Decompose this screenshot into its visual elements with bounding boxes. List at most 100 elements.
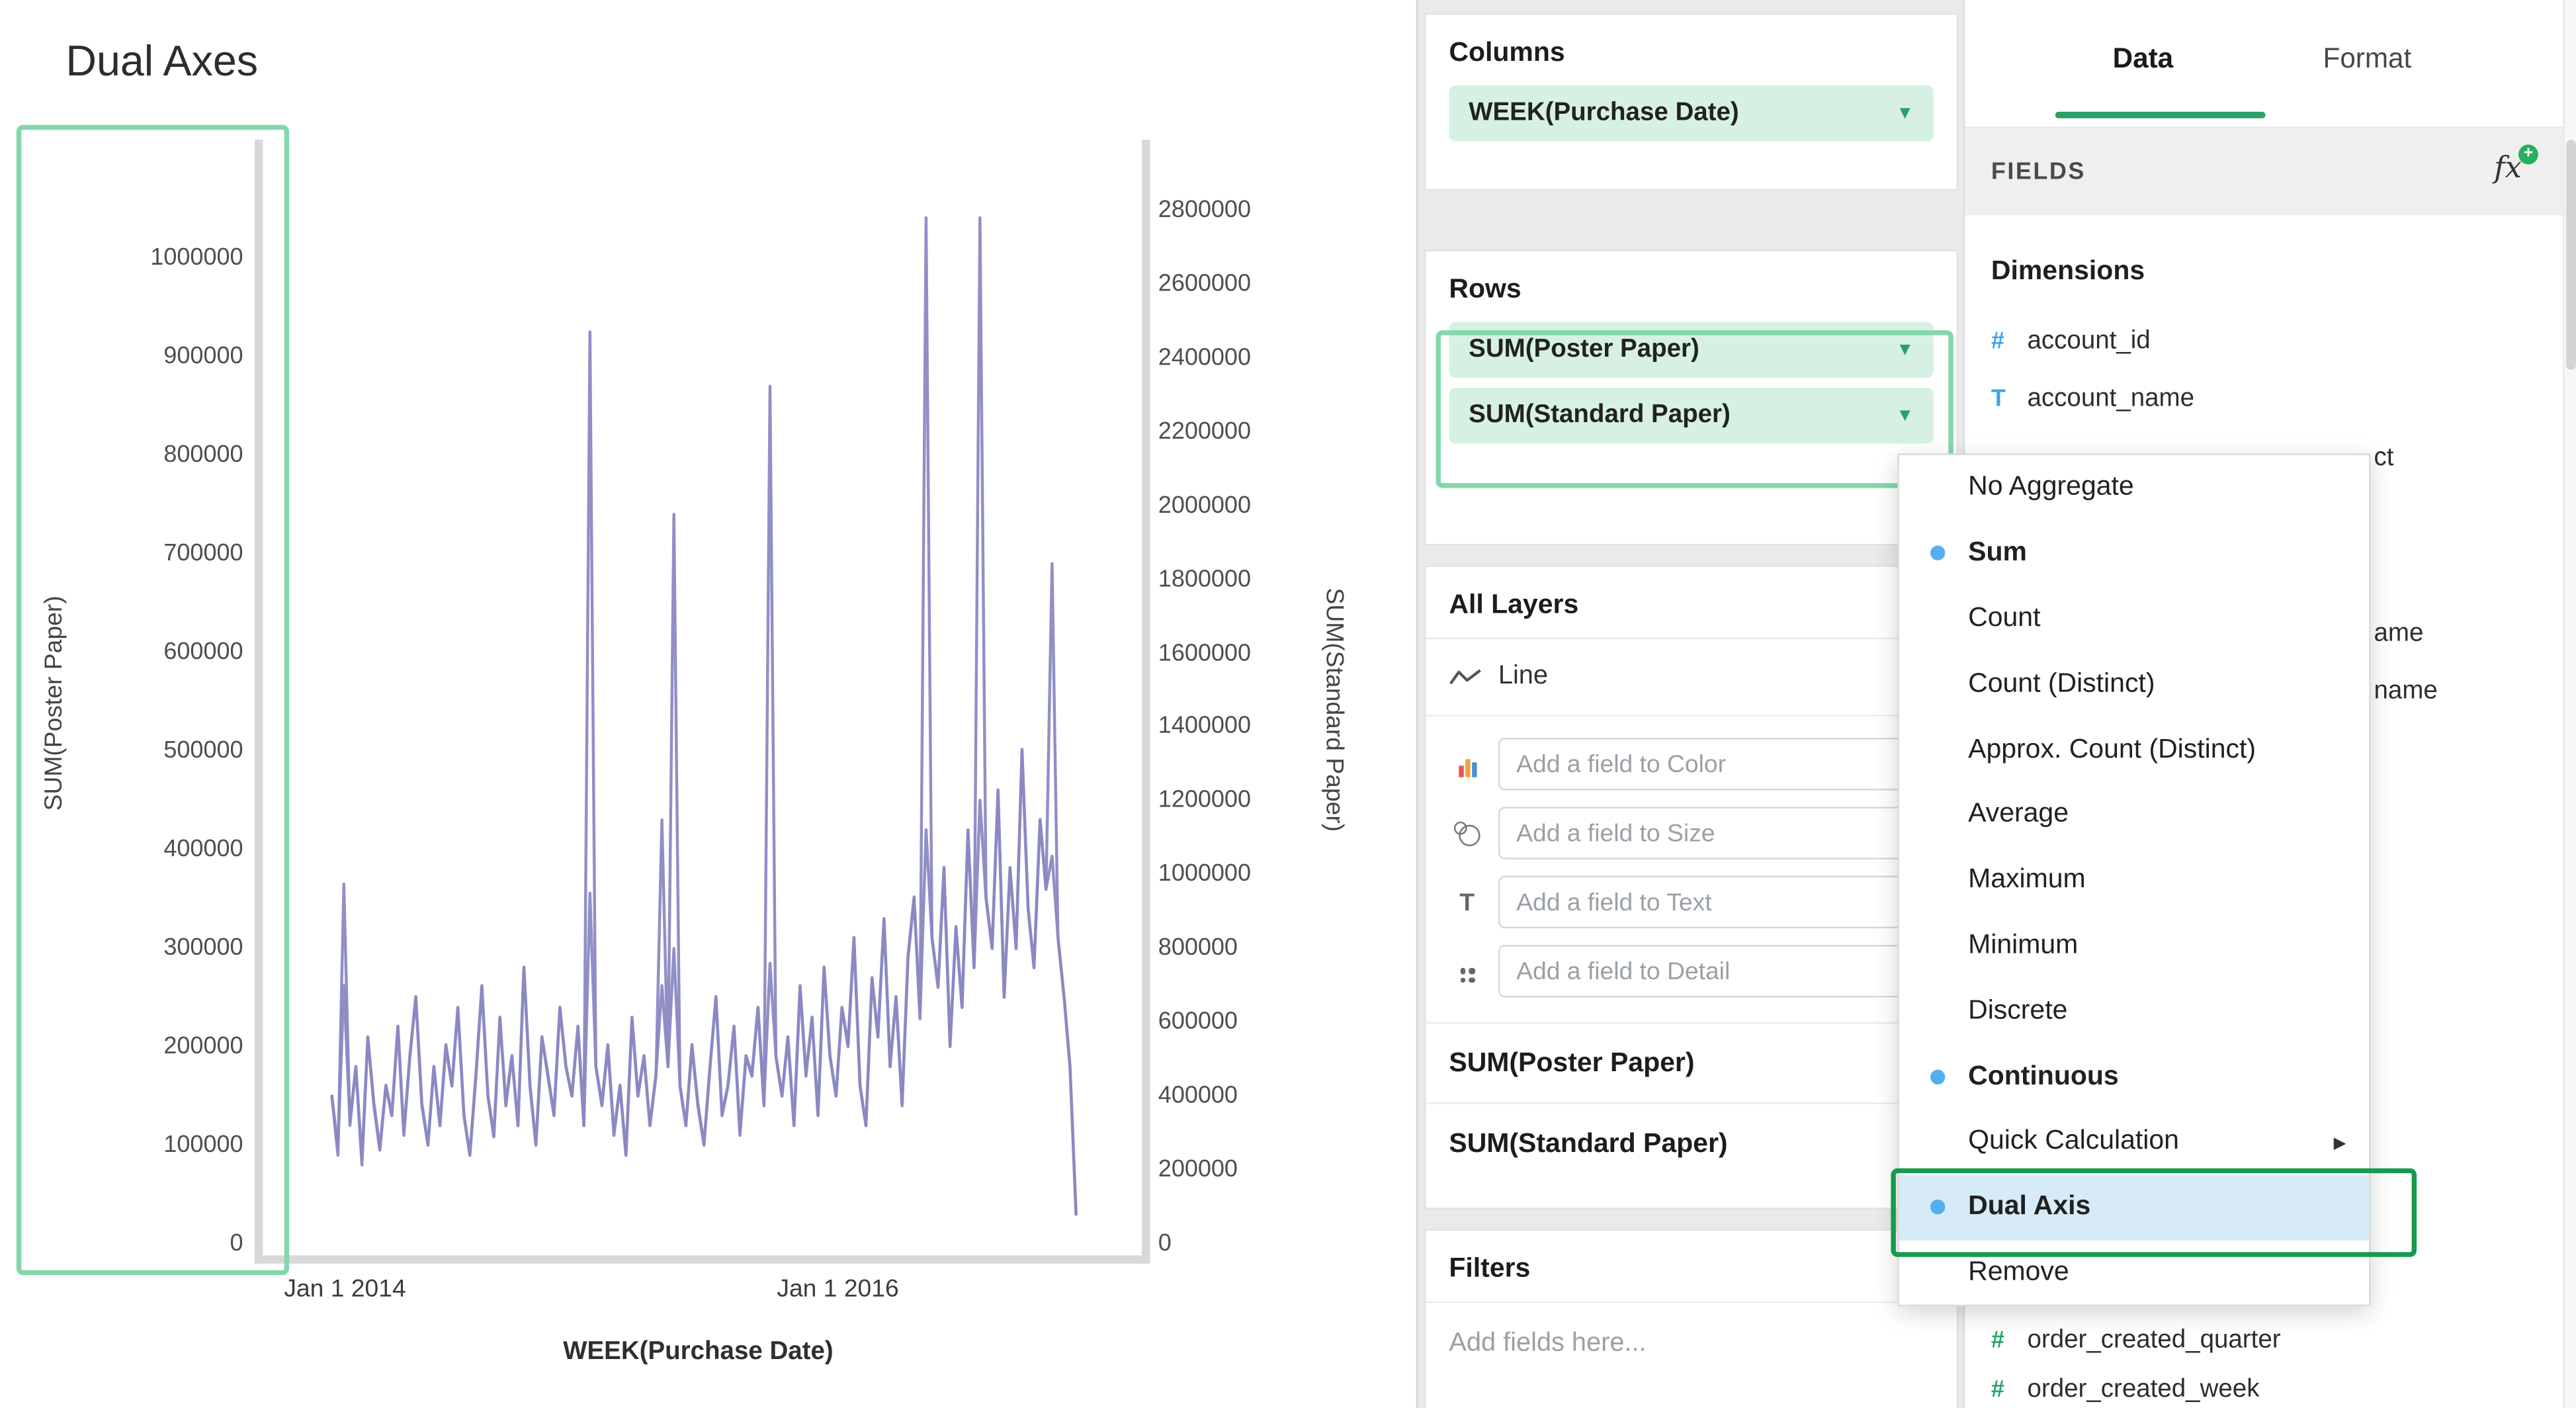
left-axis-tick-label: 700000 (85, 539, 243, 569)
all-layers-header: All Layers (1426, 567, 1957, 638)
selected-dot-icon (1930, 546, 1945, 560)
scrollbar-thumb[interactable] (2566, 140, 2576, 370)
active-tab-underline (2055, 112, 2266, 118)
right-axis-ticks: 0200000400000600000800000100000012000001… (1158, 0, 1339, 1408)
menu-item-label: Minimum (1968, 930, 2078, 961)
pill-label: WEEK(Purchase Date) (1469, 99, 1739, 128)
measure-label: SUM(Poster Paper) (1449, 1047, 1694, 1078)
measure-row-list: SUM(Poster Paper) SUM(Standard Paper) (1426, 1022, 1957, 1183)
right-axis-tick-label: 2400000 (1158, 343, 1251, 373)
right-axis-tick-label: 1400000 (1158, 713, 1251, 742)
right-axis-tick-label: 0 (1158, 1229, 1172, 1259)
rows-header: Rows (1426, 251, 1957, 322)
menu-item-label: Quick Calculation (1968, 1126, 2179, 1157)
menu-item-minimum[interactable]: Minimum (1899, 913, 2369, 979)
add-field-to-color-input[interactable] (1498, 738, 1934, 790)
add-field-to-text-input[interactable] (1498, 876, 1934, 928)
obscured-field-fragment: ct (2374, 444, 2394, 474)
menu-item-count-distinct[interactable]: Count (Distinct) (1899, 651, 2369, 717)
standard-paper-line-series (332, 218, 1076, 1214)
mark-type-selector[interactable]: Line (1426, 638, 1957, 717)
left-axis-ticks: 0100000200000300000400000500000600000700… (85, 0, 243, 1408)
left-axis-tick-label: 500000 (85, 736, 243, 766)
number-type-icon: # (1991, 1328, 2028, 1354)
columns-pill-list: WEEK(Purchase Date) ▼ (1426, 85, 1957, 141)
color-icon (1445, 751, 1488, 777)
right-axis-tick-label: 2200000 (1158, 417, 1251, 447)
right-axis-tick-label: 800000 (1158, 934, 1238, 963)
dimension-field-list: #account_idTaccount_name (1965, 312, 2576, 427)
menu-item-maximum[interactable]: Maximum (1899, 848, 2369, 913)
plus-icon: + (2518, 145, 2538, 165)
x-tick-label: Jan 1 2016 (740, 1275, 937, 1303)
filters-header: Filters (1426, 1231, 1957, 1303)
menu-item-label: Approx. Count (Distinct) (1968, 734, 2256, 765)
measure-label: SUM(Standard Paper) (1449, 1128, 1727, 1159)
menu-item-remove[interactable]: Remove (1899, 1240, 2369, 1305)
fields-section-bar: FIELDS fx+ (1965, 128, 2576, 216)
menu-item-label: Average (1968, 799, 2069, 830)
menu-item-label: Continuous (1968, 1061, 2119, 1092)
field-order-created-week[interactable]: #order_created_week (1965, 1366, 2576, 1408)
field-account-name[interactable]: Taccount_name (1965, 370, 2576, 427)
right-axis-tick-label: 2600000 (1158, 269, 1251, 299)
dropdown-caret-icon[interactable]: ▼ (1896, 103, 1914, 123)
measure-row-sum-standard-paper[interactable]: SUM(Standard Paper) (1426, 1102, 1957, 1183)
app-window: Dual Axes 010000020000030000040000050000… (0, 0, 2576, 1408)
selected-dot-icon (1930, 1200, 1945, 1214)
columns-card: Columns WEEK(Purchase Date) ▼ (1424, 13, 1958, 191)
add-formula-button[interactable]: fx+ (2494, 151, 2522, 185)
field-target-list: T (1426, 717, 1957, 1022)
filters-drop-target[interactable]: Add fields here... (1426, 1303, 1957, 1385)
columns-header: Columns (1426, 15, 1957, 85)
menu-item-continuous[interactable]: Continuous (1899, 1043, 2369, 1109)
menu-item-label: Dual Axis (1968, 1192, 2090, 1223)
menu-item-count[interactable]: Count (1899, 586, 2369, 652)
right-axis-tick-label: 200000 (1158, 1155, 1238, 1185)
left-axis-tick-label: 600000 (85, 638, 243, 668)
add-field-to-detail-input[interactable] (1498, 945, 1934, 997)
rows-pill-sum-standard-paper[interactable]: SUM(Standard Paper) ▼ (1449, 388, 1934, 443)
menu-item-average[interactable]: Average (1899, 782, 2369, 848)
scrollbar[interactable] (2563, 0, 2576, 1408)
tab-format[interactable]: Format (2323, 43, 2412, 76)
field-account-id[interactable]: #account_id (1965, 312, 2576, 370)
menu-item-approx-count-distinct[interactable]: Approx. Count (Distinct) (1899, 717, 2369, 782)
field-name: account_id (2028, 326, 2151, 356)
dropdown-caret-icon[interactable]: ▼ (1896, 340, 1914, 360)
menu-item-discrete[interactable]: Discrete (1899, 979, 2369, 1044)
obscured-field-fragment: name (2374, 677, 2438, 707)
pill-label: SUM(Poster Paper) (1469, 335, 1699, 365)
menu-item-sum[interactable]: Sum (1899, 521, 2369, 586)
left-axis-title: SUM(Poster Paper) (40, 595, 68, 811)
field-target-size (1426, 799, 1957, 867)
chart-panel: Dual Axes 010000020000030000040000050000… (0, 0, 1416, 1408)
rows-pill-sum-poster-paper[interactable]: SUM(Poster Paper) ▼ (1449, 322, 1934, 378)
left-axis-tick-label: 400000 (85, 835, 243, 865)
columns-pill-week-purchase-date[interactable]: WEEK(Purchase Date) ▼ (1449, 85, 1934, 141)
left-axis-tick-label: 100000 (85, 1131, 243, 1161)
menu-item-label: Maximum (1968, 865, 2086, 896)
tab-data[interactable]: Data (2113, 43, 2174, 76)
right-axis-title: SUM(Standard Paper) (1320, 588, 1348, 832)
x-axis-title: WEEK(Purchase Date) (493, 1337, 904, 1367)
pill-label: SUM(Standard Paper) (1469, 401, 1731, 431)
add-field-to-size-input[interactable] (1498, 807, 1934, 859)
menu-item-label: Discrete (1968, 995, 2067, 1026)
menu-item-label: Count (1968, 603, 2040, 634)
field-target-color (1426, 730, 1957, 799)
x-tick-label: Jan 1 2014 (247, 1275, 444, 1303)
left-axis-tick-label: 0 (85, 1229, 243, 1259)
measure-row-sum-poster-paper[interactable]: SUM(Poster Paper) (1426, 1022, 1957, 1103)
left-axis-tick-label: 200000 (85, 1032, 243, 1062)
field-order-created-quarter[interactable]: #order_created_quarter (1965, 1316, 2576, 1366)
menu-item-label: Count (Distinct) (1968, 668, 2155, 699)
field-name: order_created_week (2028, 1376, 2260, 1405)
menu-item-quick-calculation[interactable]: Quick Calculation▸ (1899, 1109, 2369, 1174)
dropdown-caret-icon[interactable]: ▼ (1896, 406, 1914, 425)
menu-item-no-aggregate[interactable]: No Aggregate (1899, 455, 2369, 521)
menu-item-dual-axis[interactable]: Dual Axis (1899, 1174, 2369, 1240)
rows-pill-list: SUM(Poster Paper) ▼ SUM(Standard Paper) ▼ (1426, 322, 1957, 444)
menu-item-label: Sum (1968, 538, 2027, 569)
field-target-text: T (1426, 867, 1957, 936)
